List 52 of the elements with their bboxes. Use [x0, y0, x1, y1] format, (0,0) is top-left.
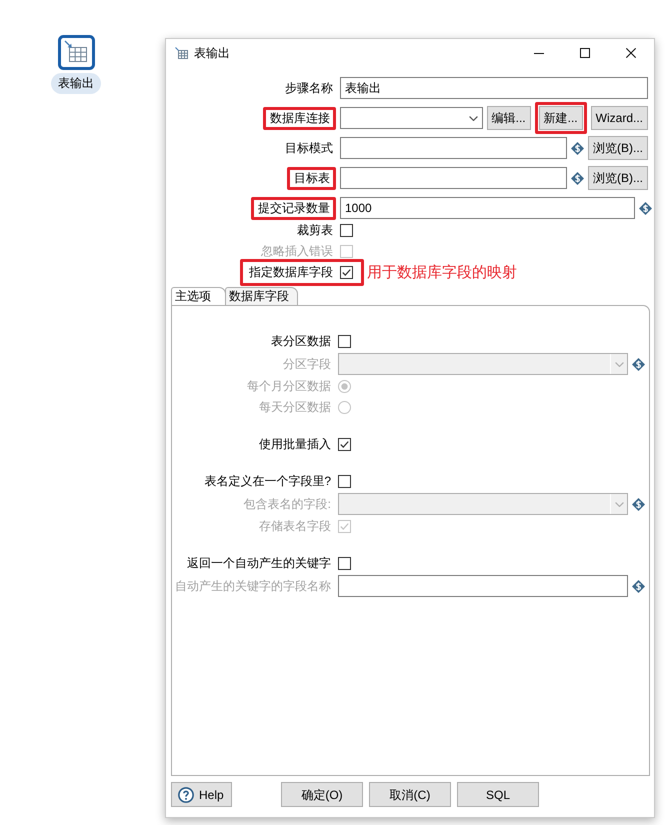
caret-icon — [614, 502, 624, 506]
checkbox-label: 存储表名字段 — [259, 519, 332, 534]
text-field[interactable]: 1000 — [340, 197, 635, 219]
minimize-icon[interactable] — [534, 52, 544, 54]
checkbox[interactable] — [338, 335, 351, 348]
maximize-icon[interactable] — [580, 48, 590, 58]
field-label: 步骤名称 — [285, 80, 334, 96]
radio-label: 每个月分区数据 — [247, 379, 332, 394]
tab[interactable]: 主选项 — [171, 287, 226, 305]
form-button[interactable]: Wizard... — [590, 106, 648, 130]
caret-icon — [614, 362, 624, 366]
form-button[interactable]: 编辑... — [486, 106, 531, 130]
window-title: 表输出 — [194, 46, 230, 60]
form-button[interactable]: 新建... — [538, 106, 583, 130]
text-field[interactable] — [340, 137, 567, 159]
dropdown-field[interactable] — [340, 107, 483, 129]
text-field[interactable] — [340, 167, 567, 189]
field-label: 数据库连接 — [270, 110, 331, 126]
help-icon — [178, 786, 194, 802]
help-button[interactable]: Help — [171, 782, 232, 807]
text-field[interactable]: 表输出 — [340, 77, 648, 99]
tab[interactable]: 数据库字段 — [225, 287, 298, 305]
checkbox-label: 忽略插入错误 — [261, 244, 334, 259]
dialog-button[interactable]: SQL — [457, 782, 539, 807]
checkbox[interactable] — [338, 557, 351, 570]
checkbox-label: 使用批量插入 — [259, 437, 332, 452]
radio-label: 每天分区数据 — [259, 400, 332, 415]
field-label: 目标表 — [294, 170, 331, 186]
checkbox[interactable] — [338, 475, 351, 488]
checkbox-label: 表分区数据 — [271, 334, 332, 349]
field-label: 目标模式 — [285, 140, 334, 156]
text-field[interactable] — [338, 575, 628, 597]
checkbox-label: 指定数据库字段 — [249, 265, 334, 280]
annotation-text: 用于数据库字段的映射 — [367, 264, 517, 282]
caret-icon — [468, 116, 478, 120]
step-label: 表输出 — [51, 73, 101, 94]
field-label: 分区字段 — [283, 356, 332, 372]
close-icon[interactable] — [626, 48, 636, 58]
checkbox[interactable] — [340, 224, 353, 237]
form-button[interactable]: 浏览(B)... — [588, 136, 648, 160]
field-label: 自动产生的关键字的字段名称 — [175, 578, 332, 594]
checkbox-label: 裁剪表 — [297, 223, 334, 238]
checkbox[interactable] — [340, 266, 353, 279]
field-label: 提交记录数量 — [258, 200, 331, 216]
checkbox[interactable] — [338, 438, 351, 451]
dialog-button[interactable]: 确定(O) — [281, 782, 363, 807]
dialog-button[interactable]: 取消(C) — [369, 782, 451, 807]
checkbox-label: 表名定义在一个字段里? — [204, 474, 332, 489]
field-label: 包含表名的字段: — [244, 496, 332, 512]
form-button[interactable]: 浏览(B)... — [588, 166, 648, 190]
table-icon — [175, 47, 188, 59]
checkbox-label: 返回一个自动产生的关键字 — [187, 556, 332, 571]
